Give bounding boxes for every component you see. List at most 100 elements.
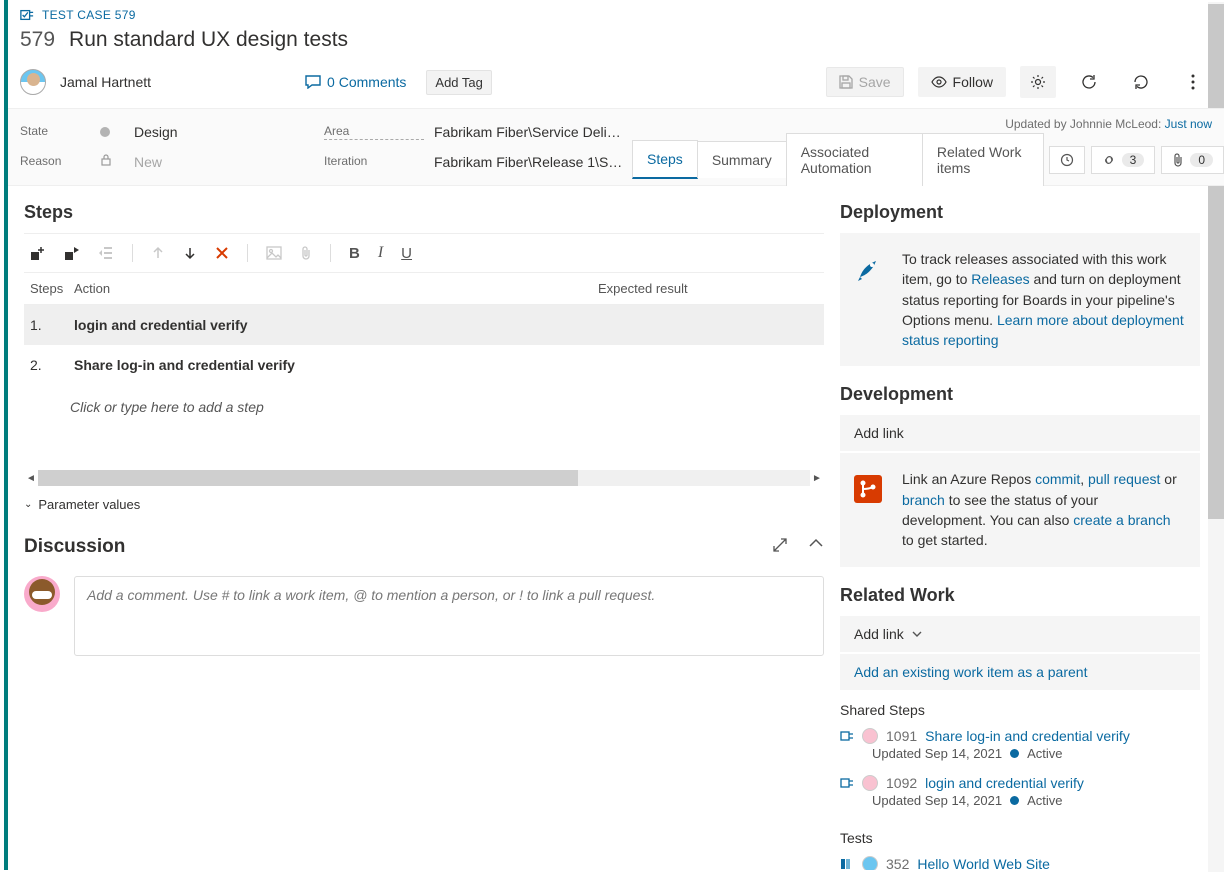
italic-icon[interactable]: I [378, 244, 383, 262]
shared-steps-icon [840, 776, 854, 790]
related-item[interactable]: 1091 Share log-in and credential verify [840, 724, 1200, 746]
tab-summary[interactable]: Summary [697, 141, 787, 178]
area-value[interactable]: Fabrikam Fiber\Service Deli… [434, 124, 634, 140]
discussion-title: Discussion [24, 536, 125, 558]
iteration-value[interactable]: Fabrikam Fiber\Release 1\S… [434, 154, 634, 170]
delete-step-icon[interactable] [215, 246, 229, 260]
add-tag-button[interactable]: Add Tag [426, 70, 491, 95]
more-icon [1191, 74, 1195, 90]
separator [132, 244, 133, 262]
scroll-left-icon[interactable]: ◄ [24, 473, 38, 484]
updated-by-text: Updated by Johnnie McLeod: Just now [1005, 117, 1212, 131]
attachments-button[interactable]: 0 [1161, 146, 1224, 174]
development-title: Development [840, 384, 1200, 405]
separator [247, 244, 248, 262]
attachment-icon [1172, 153, 1184, 167]
insert-step-icon[interactable] [30, 245, 46, 261]
settings-button[interactable] [1020, 66, 1056, 98]
step-action[interactable]: login and credential verify [74, 317, 818, 333]
work-item-id: 579 [20, 28, 55, 52]
expected-col-header: Expected result [598, 281, 818, 296]
save-icon [839, 75, 853, 89]
releases-link[interactable]: Releases [971, 271, 1029, 287]
attach-step-icon [300, 246, 312, 260]
assignee-avatar[interactable] [20, 69, 46, 95]
reason-value[interactable]: New [134, 154, 314, 170]
assignee-name[interactable]: Jamal Hartnett [60, 74, 151, 90]
move-down-icon[interactable] [183, 246, 197, 260]
related-add-link[interactable]: Add link [840, 616, 1200, 652]
related-item-id: 1092 [886, 775, 917, 791]
testcase-icon [20, 8, 34, 22]
related-item-id: 1091 [886, 728, 917, 744]
tab-automation[interactable]: Associated Automation [786, 133, 923, 186]
iteration-label: Iteration [324, 154, 424, 170]
comments-button[interactable]: 0 Comments [305, 74, 406, 90]
parameter-values-toggle[interactable]: ⌄ Parameter values [24, 487, 824, 522]
bold-icon[interactable]: B [349, 245, 360, 262]
save-button[interactable]: Save [826, 67, 904, 97]
state-value[interactable]: Design [134, 124, 314, 140]
outdent-icon [98, 245, 114, 261]
underline-icon[interactable]: U [401, 245, 412, 262]
undo-button[interactable] [1122, 66, 1160, 98]
rocket-icon [854, 255, 882, 283]
work-item-title[interactable]: Run standard UX design tests [69, 28, 348, 52]
commit-link[interactable]: commit [1035, 471, 1080, 487]
horizontal-scrollbar[interactable]: ◄ ► [24, 469, 824, 487]
current-user-avatar [24, 576, 60, 612]
links-button[interactable]: 3 [1091, 146, 1156, 174]
steps-section-title: Steps [24, 202, 824, 223]
add-existing-parent-link[interactable]: Add an existing work item as a parent [840, 654, 1200, 690]
reason-label: Reason [20, 154, 90, 170]
state-dot-icon [1010, 796, 1019, 805]
related-item[interactable]: 352 Hello World Web Site [840, 852, 1200, 870]
follow-button[interactable]: Follow [918, 67, 1006, 97]
refresh-button[interactable] [1070, 66, 1108, 98]
related-item-title[interactable]: login and credential verify [925, 775, 1084, 791]
mini-avatar [862, 775, 878, 791]
state-label: State [20, 124, 90, 140]
follow-icon [931, 76, 947, 88]
create-branch-link[interactable]: create a branch [1073, 512, 1170, 528]
work-item-type-label: TEST CASE 579 [42, 8, 136, 22]
related-item-title[interactable]: Hello World Web Site [917, 856, 1050, 870]
related-item[interactable]: 1092 login and credential verify [840, 771, 1200, 793]
development-add-link[interactable]: Add link [840, 415, 1200, 451]
history-icon [1060, 153, 1074, 167]
deployment-title: Deployment [840, 202, 1200, 223]
related-item-title[interactable]: Share log-in and credential verify [925, 728, 1130, 744]
follow-label: Follow [953, 74, 993, 90]
link-icon [1102, 153, 1116, 167]
separator [330, 244, 331, 262]
collapse-up-icon[interactable] [808, 537, 824, 553]
branch-icon [854, 475, 882, 503]
related-item-id: 352 [886, 856, 909, 870]
more-actions-button[interactable] [1174, 66, 1212, 98]
gear-icon [1030, 74, 1046, 90]
test-plan-icon [840, 857, 854, 870]
add-link-label: Add link [854, 425, 904, 441]
shared-steps-label: Shared Steps [840, 702, 1200, 718]
attachments-count: 0 [1190, 153, 1213, 167]
step-row[interactable]: 1. login and credential verify [24, 305, 824, 345]
history-button[interactable] [1049, 146, 1085, 174]
updated-by-prefix: Updated by Johnnie McLeod: [1005, 117, 1164, 131]
add-step-placeholder[interactable]: Click or type here to add a step [24, 385, 824, 429]
insert-shared-icon[interactable] [64, 245, 80, 261]
undo-icon [1132, 73, 1150, 91]
pull-request-link[interactable]: pull request [1088, 471, 1160, 487]
add-link-label: Add link [854, 626, 904, 642]
step-action[interactable]: Share log-in and credential verify [74, 357, 818, 373]
related-item-sub: Updated Sep 14, 2021 Active [840, 746, 1200, 771]
related-item-sub: Updated Sep 14, 2021 Active [840, 793, 1200, 818]
step-row[interactable]: 2. Share log-in and credential verify [24, 345, 824, 385]
expand-icon[interactable] [772, 537, 788, 553]
tab-steps[interactable]: Steps [632, 140, 698, 179]
tab-related[interactable]: Related Work items [922, 133, 1044, 186]
discussion-input[interactable]: Add a comment. Use # to link a work item… [74, 576, 824, 656]
step-number: 2. [30, 357, 74, 373]
scroll-right-icon[interactable]: ► [810, 473, 824, 484]
horizontal-scrollbar-thumb[interactable] [38, 470, 578, 486]
branch-link[interactable]: branch [902, 492, 945, 508]
